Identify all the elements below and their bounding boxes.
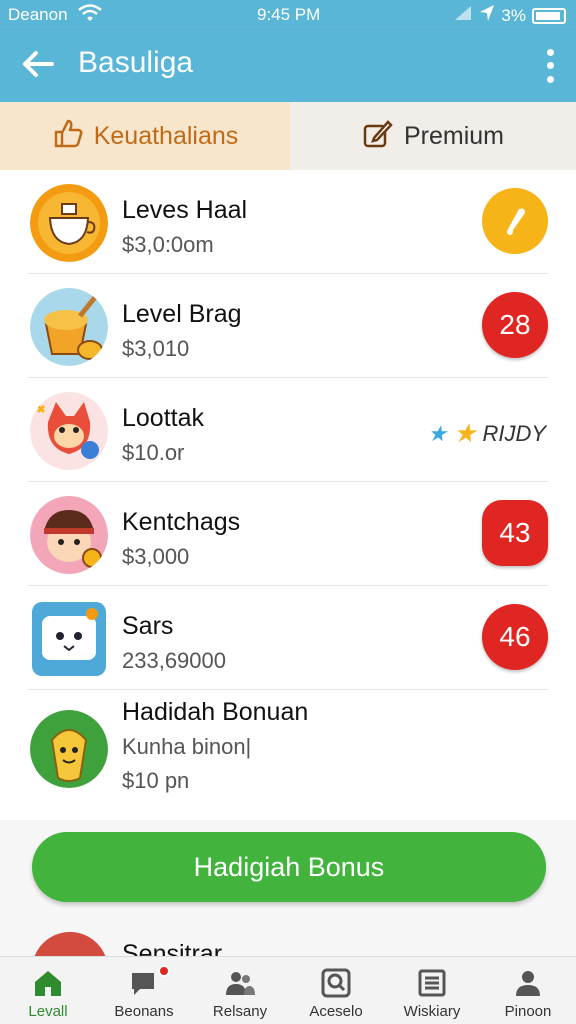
reward-list: Leves Haal $3,0:0om Level Brag $3,010 28… [0, 170, 576, 820]
count-badge[interactable]: 46 [482, 604, 548, 670]
carrier-label: Deanon [8, 5, 68, 24]
tab-keuathalians[interactable]: Keuathalians [0, 102, 290, 170]
item-price: 233,69000 [122, 648, 226, 673]
nav-label: Aceselo [309, 1003, 363, 1020]
count-badge[interactable]: 28 [482, 292, 548, 358]
bottom-navigation: Levall Beonans Relsany Aceselo Wiskiary … [0, 956, 576, 1024]
tab-label: Premium [403, 121, 504, 150]
pirate-avatar [30, 496, 108, 574]
page-title: Basuliga [78, 46, 194, 79]
item-price: $3,010 [122, 336, 190, 361]
bonus-button[interactable]: Hadigiah Bonus [32, 832, 546, 902]
trophy-badge[interactable] [482, 188, 548, 254]
chef-avatar [30, 184, 108, 262]
honey-avatar [30, 288, 108, 366]
tab-bar: Keuathalians Premium [0, 102, 576, 170]
horn-icon [507, 208, 525, 235]
wifi-icon [78, 3, 102, 30]
item-description: Kunha binon| [122, 734, 252, 759]
battery-percent: 3% [501, 5, 526, 25]
item-title: Leves Haal [122, 196, 248, 224]
chat-icon [132, 973, 154, 995]
nav-levall[interactable]: Levall [0, 957, 96, 1024]
nav-label: Pinoon [504, 1003, 552, 1020]
blue-star-icon: ★ [427, 420, 448, 446]
nav-relsany[interactable]: Relsany [192, 957, 288, 1024]
list-icon [418, 969, 446, 997]
nav-pinoon[interactable]: Pinoon [480, 957, 576, 1024]
item-title: Level Brag [122, 300, 242, 328]
list-item[interactable]: Level Brag $3,010 28 [28, 274, 548, 378]
list-item[interactable]: Loottak $10.or ★ ★ RIJDY [28, 378, 548, 482]
search-box-icon [321, 968, 351, 998]
ready-label: RIJDY [482, 420, 546, 446]
tab-label: Keuathalians [93, 121, 239, 150]
status-bar: Deanon 9:45 PM 3% [0, 0, 576, 30]
more-options-icon[interactable] [542, 46, 558, 86]
item-price: $10 pn [122, 768, 190, 793]
nav-beonans[interactable]: Beonans [96, 957, 192, 1024]
item-price: $3,000 [122, 544, 190, 569]
nav-label: Levall [28, 1003, 68, 1020]
partial-avatar [32, 932, 108, 958]
item-title: Sars [122, 612, 174, 640]
partial-list-item[interactable]: Sensitrar [30, 928, 330, 958]
edit-icon [362, 118, 394, 155]
location-icon [479, 4, 495, 27]
robot-avatar [30, 600, 108, 678]
item-price: $3,0:0om [122, 232, 214, 257]
nav-wiskiary[interactable]: Wiskiary [384, 957, 480, 1024]
nav-label: Relsany [212, 1003, 268, 1020]
people-icon [226, 972, 255, 995]
list-item[interactable]: Leves Haal $3,0:0om [28, 170, 548, 274]
ready-status: ★ ★ RIJDY [427, 418, 546, 449]
home-icon [35, 971, 61, 996]
app-bar: Basuliga [0, 30, 576, 102]
gold-star-icon: ★ [453, 418, 477, 448]
nav-aceselo[interactable]: Aceselo [288, 957, 384, 1024]
item-price: $10.or [122, 440, 185, 465]
tab-premium[interactable]: Premium [290, 102, 576, 170]
count-badge[interactable]: 43 [482, 500, 548, 566]
notification-dot [158, 965, 170, 977]
item-title: Loottak [122, 404, 205, 432]
clock: 9:45 PM [257, 5, 321, 24]
list-item[interactable]: Kentchags $3,000 43 [28, 482, 548, 586]
person-icon [516, 971, 540, 996]
fox-avatar [30, 392, 108, 470]
corn-avatar [30, 710, 108, 788]
item-title: Hadidah Bonuan [122, 698, 309, 726]
signal-icon [453, 4, 473, 27]
list-item[interactable]: Hadidah Bonuan Kunha binon| $10 pn [28, 690, 548, 820]
nav-label: Wiskiary [403, 1003, 461, 1020]
nav-label: Beonans [114, 1003, 174, 1020]
back-arrow-icon[interactable] [18, 44, 58, 84]
list-item[interactable]: Sars 233,69000 46 [28, 586, 548, 690]
battery-icon [532, 7, 566, 24]
item-title: Kentchags [122, 508, 241, 536]
hand-icon [52, 118, 84, 155]
